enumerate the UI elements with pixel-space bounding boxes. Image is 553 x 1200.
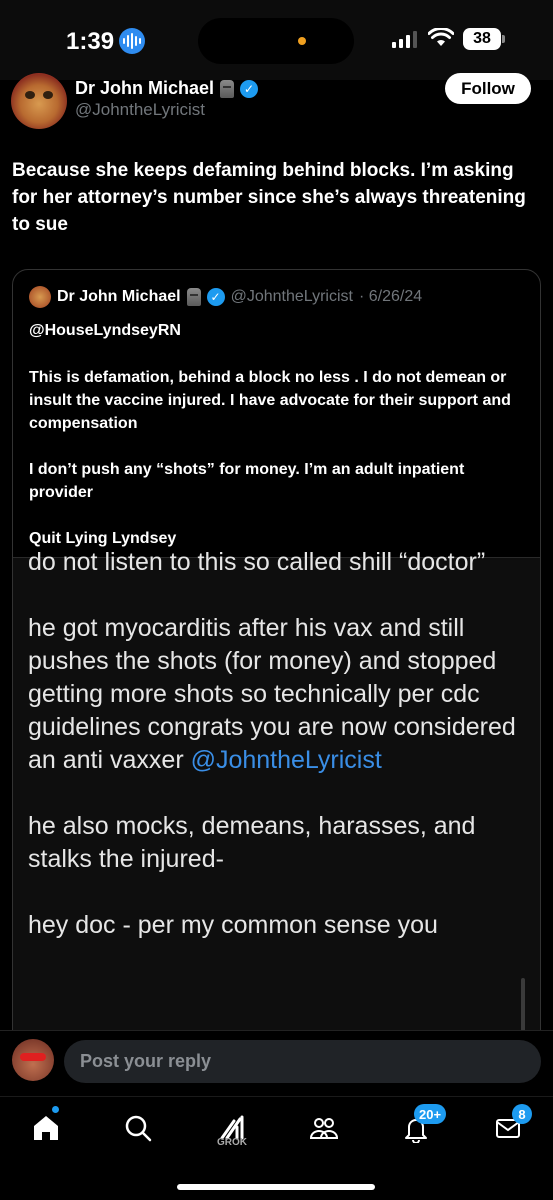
quoted-post-body: This is defamation, behind a block no le… xyxy=(29,366,519,573)
screenshot-line: hey doc - per my common sense you xyxy=(28,911,438,939)
screenshot-mention-link: @JohntheLyricist xyxy=(190,746,382,774)
screenshot-line: he also mocks, demeans, harasses, and st… xyxy=(28,812,476,873)
quoted-author-name: Dr John Michael xyxy=(57,288,181,305)
follow-button[interactable]: Follow xyxy=(445,73,531,104)
search-icon xyxy=(125,1115,152,1142)
grok-label: GROK xyxy=(217,1137,247,1148)
author-name-row[interactable]: Dr John Michael ✓ xyxy=(75,78,259,99)
messages-badge: 8 xyxy=(512,1104,532,1124)
notifications-badge: 20+ xyxy=(414,1104,447,1124)
verified-badge-icon: ✓ xyxy=(206,288,225,306)
post-text: Because she keeps defaming behind blocks… xyxy=(12,160,526,235)
wifi-icon xyxy=(428,28,454,46)
privacy-indicator-icon xyxy=(298,37,306,45)
tab-home[interactable] xyxy=(26,1108,66,1148)
home-icon xyxy=(34,1116,58,1140)
cellular-signal-icon xyxy=(392,31,417,48)
audio-wave-icon xyxy=(119,28,145,54)
quoted-post[interactable]: Dr John Michael ✓ @JohntheLyricist · 6/26… xyxy=(12,269,541,1069)
screenshot-text: do not listen to this so called shill “d… xyxy=(28,546,533,975)
verified-badge-icon: ✓ xyxy=(240,79,259,98)
quoted-author-avatar xyxy=(29,286,51,308)
quoted-mention: @HouseLyndseyRN xyxy=(29,322,181,339)
quoted-author-handle: @JohntheLyricist xyxy=(230,288,353,305)
quoted-post-header: Dr John Michael ✓ @JohntheLyricist · 6/26… xyxy=(29,286,422,308)
communities-icon xyxy=(309,1118,339,1139)
tab-search[interactable] xyxy=(118,1108,158,1148)
current-user-avatar[interactable] xyxy=(12,1039,54,1081)
quoted-screenshot-image[interactable]: do not listen to this so called shill “d… xyxy=(13,548,540,1068)
battery-indicator: 38 xyxy=(463,28,505,50)
screenshot-line: do not listen to this so called shill “d… xyxy=(28,548,486,576)
status-bar: 1:39 38 xyxy=(0,0,553,80)
quoted-paragraph: I don’t push any “shots” for money. I’m … xyxy=(29,461,465,501)
quoted-post-date: · 6/26/24 xyxy=(358,288,423,305)
moai-emoji-icon xyxy=(220,79,235,98)
reply-input[interactable]: Post your reply xyxy=(64,1040,541,1083)
screenshot-line: he got myocarditis after his vax and sti… xyxy=(28,614,516,774)
dynamic-island xyxy=(198,18,354,64)
home-indicator[interactable] xyxy=(177,1184,375,1190)
quoted-paragraph: This is defamation, behind a block no le… xyxy=(29,369,511,432)
moai-emoji-icon xyxy=(186,288,201,306)
author-handle[interactable]: @JohntheLyricist xyxy=(75,100,205,120)
tab-communities[interactable] xyxy=(304,1108,344,1148)
home-unread-dot xyxy=(52,1106,59,1113)
author-display-name[interactable]: Dr John Michael xyxy=(75,78,214,99)
author-avatar[interactable] xyxy=(11,73,67,129)
status-time: 1:39 xyxy=(66,28,115,55)
